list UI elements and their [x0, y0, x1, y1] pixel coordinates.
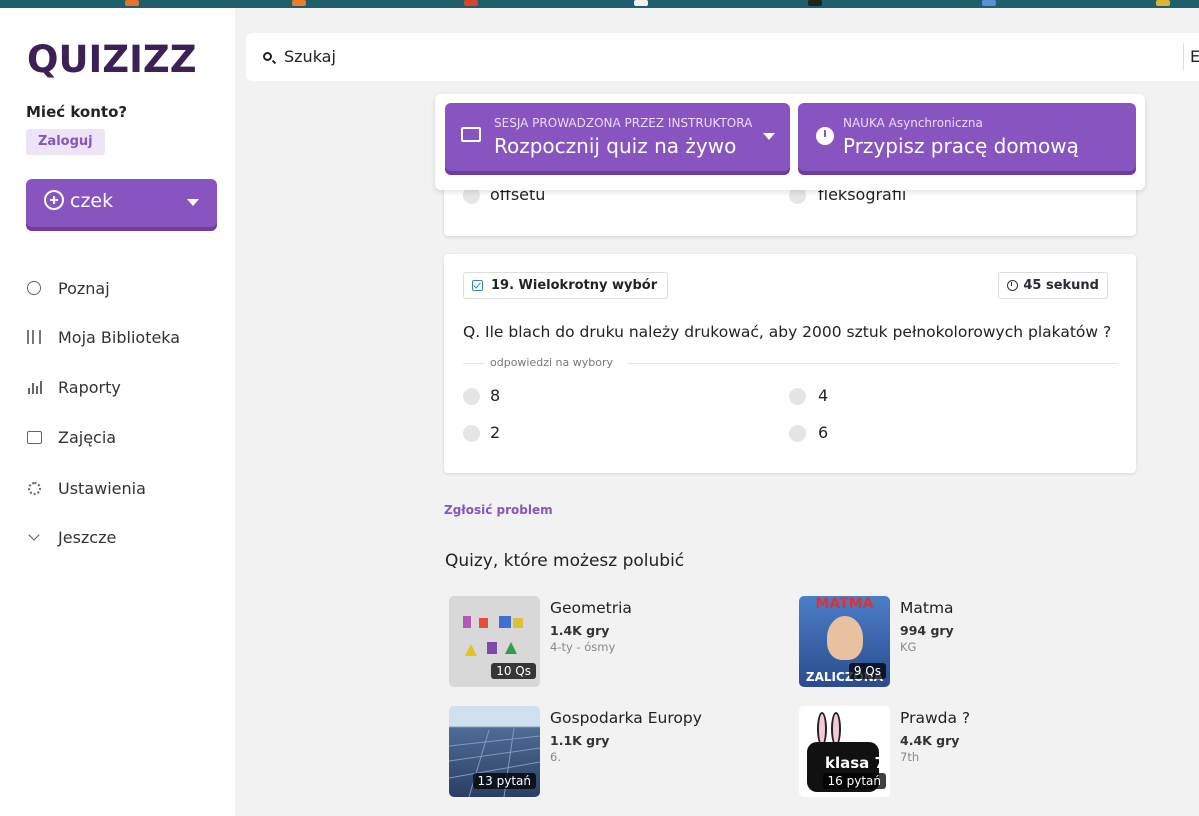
quiz-card[interactable]: klasa 7 16 pytań Prawda ? 4.4K gry 7th	[799, 706, 1139, 798]
chevron-down-icon	[26, 528, 42, 545]
question-time-badge: 45 sekund	[998, 272, 1108, 299]
bookmark-favicon[interactable]	[808, 0, 822, 6]
plus-circle-icon	[44, 190, 64, 210]
browser-bookmarks-strip	[0, 0, 1199, 8]
cta-label: Rozpocznij quiz na żywo	[494, 134, 737, 158]
library-icon	[26, 329, 42, 345]
question-type-label: 19. Wielokrotny wybór	[491, 278, 658, 293]
search-input[interactable]: Szukaj	[284, 47, 1084, 66]
bookmark-favicon[interactable]	[292, 0, 306, 6]
quiz-plays: 1.4K gry	[550, 623, 610, 638]
bookmark-favicon[interactable]	[464, 0, 478, 6]
question-count: 10 Qs	[491, 663, 536, 679]
quiz-name: Prawda ?	[900, 709, 971, 727]
quiz-name: Matma	[900, 599, 954, 617]
checkbox-icon	[472, 280, 483, 291]
answer-radio	[463, 388, 480, 405]
answer-option: 6	[818, 423, 829, 442]
assign-homework-button[interactable]: NAUKA Asynchroniczna Przypisz pracę domo…	[798, 103, 1136, 171]
question-text: Q. Ile blach do druku należy drukować, a…	[463, 323, 1112, 341]
quiz-card[interactable]: 10 Qs Geometria 1.4K gry 4-ty - ósmy	[449, 596, 789, 688]
thumb-text: klasa 7	[825, 754, 885, 772]
baby-image	[827, 616, 863, 660]
quiz-card[interactable]: MATMA ZALICZONA 9 Qs Matma 994 gry KG	[799, 596, 1139, 688]
nav-item-label: Zajęcia	[58, 427, 117, 447]
cta-caption: NAUKA Asynchroniczna	[843, 116, 983, 130]
question-time-label: 45 sekund	[1023, 278, 1099, 293]
quizizz-logo[interactable]: QUIZIZZ	[27, 38, 197, 81]
answer-option: 2	[490, 423, 501, 442]
nav-item-label: Poznaj	[58, 278, 110, 298]
nav-item-more[interactable]: Jeszcze	[26, 522, 226, 552]
caret-down-icon[interactable]	[763, 133, 775, 140]
question-type-badge: 19. Wielokrotny wybór	[463, 272, 669, 299]
divider	[463, 363, 485, 364]
explore-icon	[26, 280, 42, 296]
settings-icon	[26, 480, 42, 496]
nav-item-label: Moja Biblioteka	[58, 327, 181, 347]
create-button[interactable]: czek	[26, 179, 217, 227]
nav-item-label: Raporty	[58, 377, 121, 397]
quiz-thumbnail: klasa 7 16 pytań	[799, 706, 890, 797]
report-problem-link[interactable]: Zgłosić problem	[444, 503, 553, 517]
search-icon	[263, 52, 272, 61]
nav-item-settings[interactable]: Ustawienia	[26, 473, 226, 503]
nav-item-explore[interactable]: Poznaj	[26, 273, 226, 303]
bookmark-favicon[interactable]	[125, 0, 139, 6]
login-button[interactable]: Zaloguj	[26, 129, 105, 155]
clock-icon	[1007, 280, 1019, 291]
bookmark-favicon[interactable]	[634, 0, 648, 6]
quiz-grade: 4-ty - ósmy	[550, 640, 616, 654]
quiz-thumbnail: 10 Qs	[449, 596, 540, 687]
search-bar[interactable]: Szukaj E	[246, 33, 1199, 81]
answer-option: 4	[818, 386, 829, 405]
create-button-label: czek	[70, 190, 114, 212]
quiz-name: Geometria	[550, 599, 632, 617]
nav-item-classes[interactable]: Zajęcia	[26, 422, 226, 452]
live-presentation-icon	[461, 127, 481, 142]
start-live-quiz-button[interactable]: SESJA PROWADZONA PRZEZ INSTRUKTORA Rozpo…	[445, 103, 790, 171]
answer-option: 8	[490, 386, 501, 405]
cta-label: Przypisz pracę domową	[843, 134, 1079, 158]
answer-radio	[789, 425, 806, 442]
question-card: 19. Wielokrotny wybór 45 sekund Q. Ile b…	[444, 254, 1136, 473]
quiz-card[interactable]: 13 pytań Gospodarka Europy 1.1K gry 6.	[449, 706, 789, 798]
caret-down-icon	[187, 199, 199, 206]
account-question: Mieć konto?	[26, 103, 128, 121]
bunny-ear	[831, 712, 841, 746]
nav-item-reports[interactable]: Raporty	[26, 372, 226, 402]
answer-radio	[789, 388, 806, 405]
quiz-plays: 994 gry	[900, 623, 954, 638]
search-divider	[1183, 43, 1184, 71]
question-count: 9 Qs	[848, 663, 886, 679]
recommendations-title: Quizy, które możesz polubić	[445, 551, 685, 571]
sidebar: QUIZIZZ Mieć konto? Zaloguj czek Poznaj …	[0, 8, 235, 816]
quiz-grade: 6.	[550, 750, 561, 764]
quiz-grade: KG	[900, 640, 917, 654]
quiz-plays: 1.1K gry	[550, 733, 610, 748]
action-bar: SESJA PROWADZONA PRZEZ INSTRUKTORA Rozpo…	[435, 94, 1145, 190]
answers-label: odpowiedzi na wybory	[490, 356, 614, 369]
thumb-text: MATMA	[815, 596, 874, 612]
quiz-thumbnail: MATMA ZALICZONA 9 Qs	[799, 596, 890, 687]
question-count: 16 pytań	[822, 773, 886, 789]
bookmark-favicon[interactable]	[982, 0, 996, 6]
quiz-thumbnail: 13 pytań	[449, 706, 540, 797]
nav-item-library[interactable]: Moja Biblioteka	[26, 322, 226, 352]
classes-icon	[26, 429, 42, 445]
clock-icon	[816, 127, 834, 145]
divider	[627, 363, 1118, 364]
nav-item-label: Ustawienia	[58, 478, 146, 498]
question-count: 13 pytań	[472, 773, 536, 789]
quiz-grade: 7th	[900, 750, 920, 764]
quiz-plays: 4.4K gry	[900, 733, 960, 748]
bookmark-favicon[interactable]	[1156, 0, 1170, 6]
quiz-name: Gospodarka Europy	[550, 709, 702, 727]
cta-caption: SESJA PROWADZONA PRZEZ INSTRUKTORA	[494, 116, 753, 130]
bunny-ear	[817, 712, 827, 746]
nav-item-label: Jeszcze	[58, 527, 117, 547]
answer-radio	[463, 425, 480, 442]
reports-icon	[26, 379, 42, 395]
search-right-text[interactable]: E	[1190, 47, 1199, 66]
